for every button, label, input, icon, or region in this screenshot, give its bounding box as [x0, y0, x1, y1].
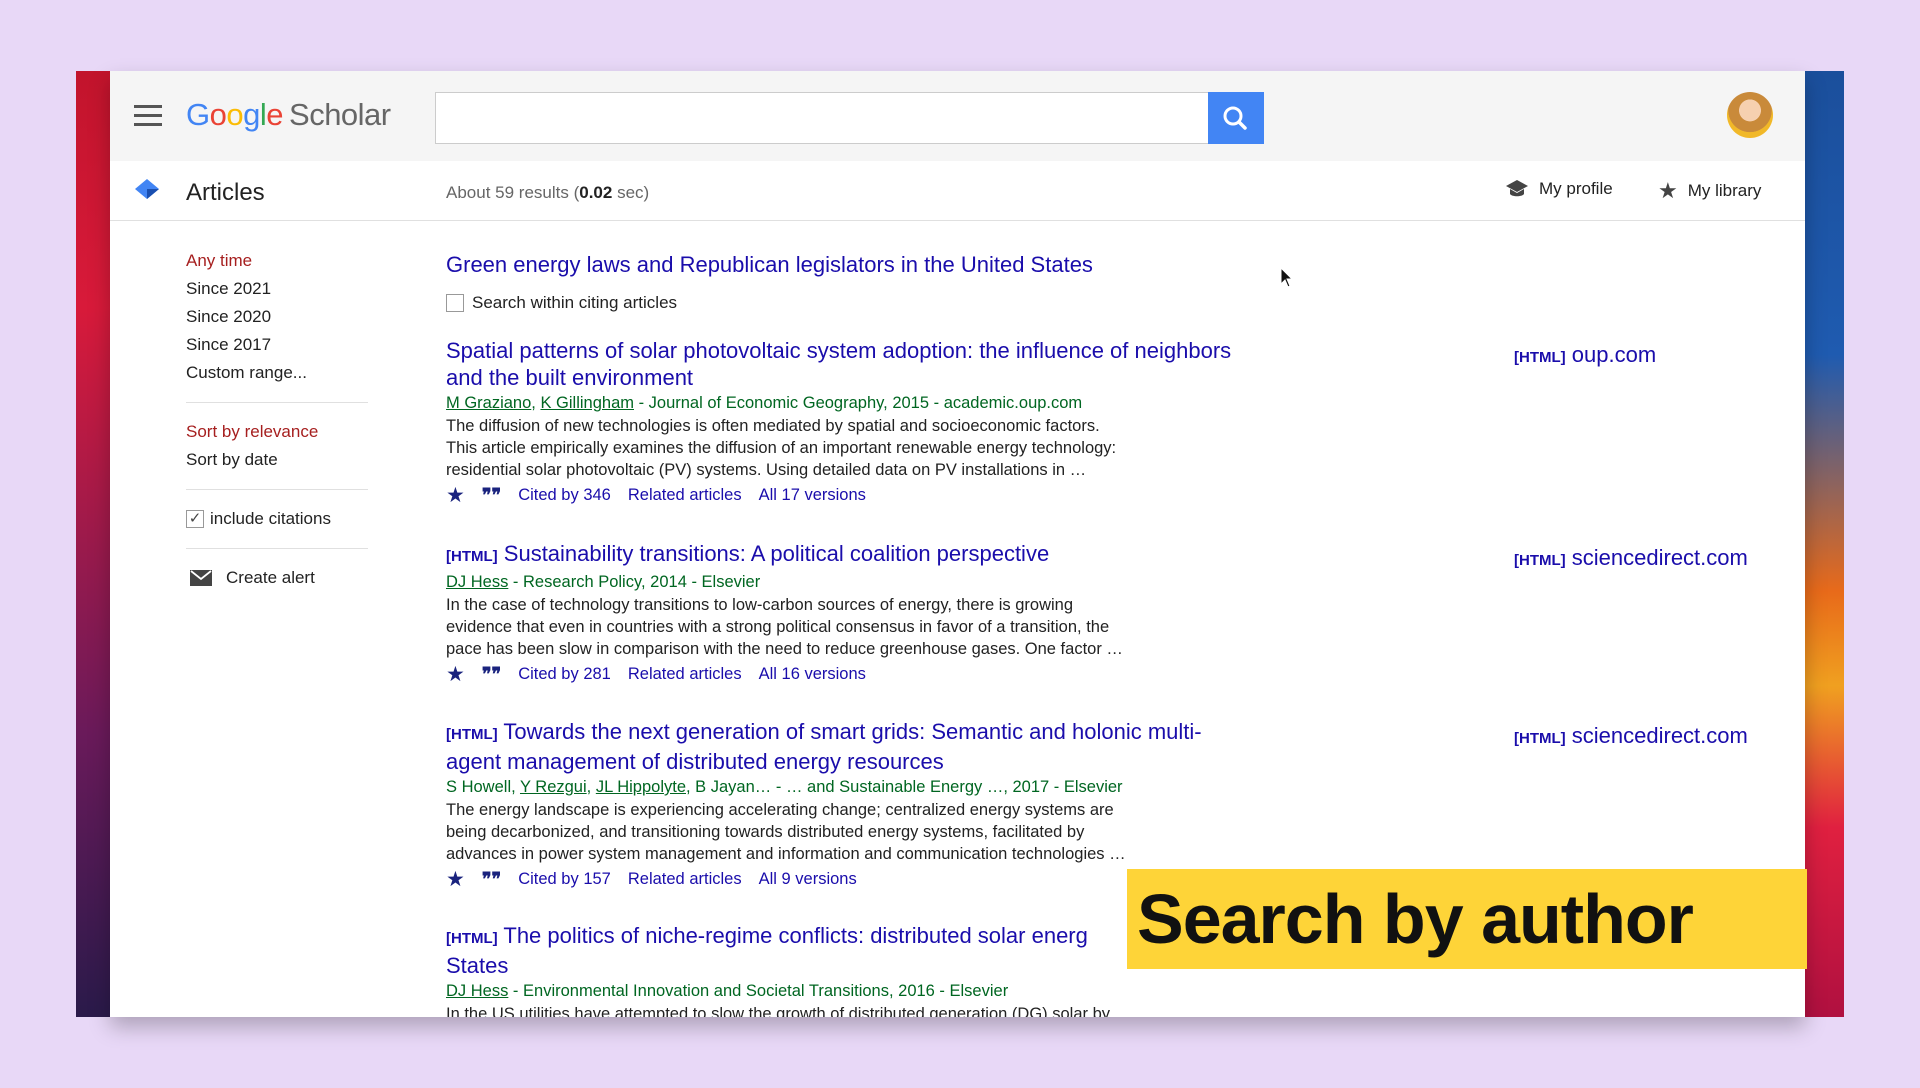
- save-star-icon[interactable]: ★: [446, 867, 465, 892]
- html-tag: [HTML]: [446, 548, 498, 565]
- scholar-header: Google Scholar: [110, 71, 1805, 161]
- create-alert-button[interactable]: Create alert: [190, 564, 366, 592]
- caption-banner: Search by author: [1127, 869, 1807, 969]
- cite-quote-icon[interactable]: ❞❞: [482, 869, 501, 890]
- all-versions-link[interactable]: All 16 versions: [759, 665, 866, 684]
- result-actions: ★ ❞❞ Cited by 346 Related articles All 1…: [446, 483, 1231, 508]
- result-meta: DJ Hess - Research Policy, 2014 - Elsevi…: [446, 573, 761, 591]
- save-star-icon[interactable]: ★: [446, 483, 465, 508]
- related-articles-link[interactable]: Related articles: [628, 486, 742, 505]
- fulltext-link[interactable]: [HTML] sciencedirect.com: [1514, 545, 1748, 571]
- fulltext-link[interactable]: [HTML] oup.com: [1514, 342, 1656, 368]
- my-library-link[interactable]: ★ My library: [1658, 178, 1761, 204]
- result-snippet: In the US utilities have attempted to sl…: [446, 1005, 1111, 1017]
- envelope-icon: [190, 570, 212, 586]
- fulltext-link[interactable]: [HTML] sciencedirect.com: [1514, 723, 1748, 749]
- result-actions: ★ ❞❞ Cited by 157 Related articles All 9…: [446, 867, 1202, 892]
- author-link[interactable]: Y Rezgui: [520, 778, 587, 796]
- author-link[interactable]: DJ Hess: [446, 573, 508, 591]
- html-tag: [HTML]: [446, 930, 498, 947]
- author-link[interactable]: DJ Hess: [446, 982, 508, 1000]
- result-item: [HTML] Sustainability transitions: A pol…: [446, 540, 1186, 687]
- result-snippet: In the case of technology transitions to…: [446, 596, 1123, 658]
- divider: [186, 489, 368, 490]
- include-citations-toggle[interactable]: ✓ include citations: [186, 505, 366, 533]
- search-icon: [1223, 106, 1247, 130]
- cited-by-link[interactable]: Cited by 157: [518, 870, 611, 889]
- divider: [186, 402, 368, 403]
- citing-query-title[interactable]: Green energy laws and Republican legisla…: [446, 251, 1093, 278]
- result-item: [HTML] The politics of niche-regime conf…: [446, 922, 1186, 1017]
- result-title[interactable]: [HTML] Sustainability transitions: A pol…: [446, 540, 1186, 570]
- cite-quote-icon[interactable]: ❞❞: [482, 664, 501, 685]
- result-title[interactable]: [HTML] Towards the next generation of sm…: [446, 718, 1202, 775]
- author-link[interactable]: M Graziano: [446, 394, 531, 412]
- cited-by-link[interactable]: Cited by 346: [518, 486, 611, 505]
- save-star-icon[interactable]: ★: [446, 662, 465, 687]
- related-articles-link[interactable]: Related articles: [628, 665, 742, 684]
- scholar-cap-icon: [135, 179, 159, 199]
- result-count: About 59 results (0.02 sec): [446, 183, 650, 202]
- filter-since-2017[interactable]: Since 2017: [186, 331, 366, 359]
- html-tag: [HTML]: [446, 726, 498, 743]
- author-link[interactable]: JL Hippolyte: [596, 778, 686, 796]
- all-versions-link[interactable]: All 17 versions: [759, 486, 866, 505]
- filter-since-2021[interactable]: Since 2021: [186, 275, 366, 303]
- section-title: Articles: [186, 179, 265, 206]
- results-toolbar: Articles About 59 results (0.02 sec) My …: [110, 161, 1805, 221]
- result-item: Spatial patterns of solar photovoltaic s…: [446, 337, 1231, 508]
- search-input[interactable]: [435, 92, 1209, 144]
- wallpaper-right-strip: [1804, 71, 1844, 1017]
- result-snippet: The diffusion of new technologies is oft…: [446, 417, 1117, 479]
- search-within-citing[interactable]: Search within citing articles: [446, 293, 677, 313]
- search-button[interactable]: [1208, 92, 1264, 144]
- result-meta: S Howell, Y Rezgui, JL Hippolyte, B Jaya…: [446, 778, 1123, 796]
- checkbox-checked-icon: ✓: [186, 510, 204, 528]
- cite-quote-icon[interactable]: ❞❞: [482, 485, 501, 506]
- sort-by-relevance[interactable]: Sort by relevance: [186, 418, 366, 446]
- result-meta: DJ Hess - Environmental Innovation and S…: [446, 982, 1009, 1000]
- result-title[interactable]: Spatial patterns of solar photovoltaic s…: [446, 337, 1231, 391]
- divider: [186, 548, 368, 549]
- result-actions: ★ ❞❞ Cited by 281 Related articles All 1…: [446, 662, 1186, 687]
- sort-by-date[interactable]: Sort by date: [186, 446, 366, 474]
- graduation-cap-icon: [1506, 180, 1528, 197]
- google-scholar-logo[interactable]: Google Scholar: [186, 97, 391, 133]
- result-title[interactable]: [HTML] The politics of niche-regime conf…: [446, 922, 1186, 979]
- checkbox-unchecked-icon: [446, 294, 464, 312]
- result-meta: M Graziano, K Gillingham - Journal of Ec…: [446, 394, 1083, 412]
- filters-sidebar: Any time Since 2021 Since 2020 Since 201…: [186, 247, 368, 592]
- account-avatar[interactable]: [1727, 92, 1773, 138]
- my-profile-link[interactable]: My profile: [1505, 178, 1613, 200]
- filter-custom-range[interactable]: Custom range...: [186, 359, 366, 387]
- all-versions-link[interactable]: All 9 versions: [759, 870, 857, 889]
- star-icon: ★: [1658, 178, 1678, 203]
- menu-icon[interactable]: [134, 105, 162, 127]
- filter-since-2020[interactable]: Since 2020: [186, 303, 366, 331]
- related-articles-link[interactable]: Related articles: [628, 870, 742, 889]
- result-snippet: The energy landscape is experiencing acc…: [446, 801, 1126, 863]
- filter-any-time[interactable]: Any time: [186, 247, 366, 275]
- result-item: [HTML] Towards the next generation of sm…: [446, 718, 1202, 892]
- author-link[interactable]: K Gillingham: [540, 394, 634, 412]
- mouse-cursor-icon: [1280, 267, 1294, 288]
- cited-by-link[interactable]: Cited by 281: [518, 665, 611, 684]
